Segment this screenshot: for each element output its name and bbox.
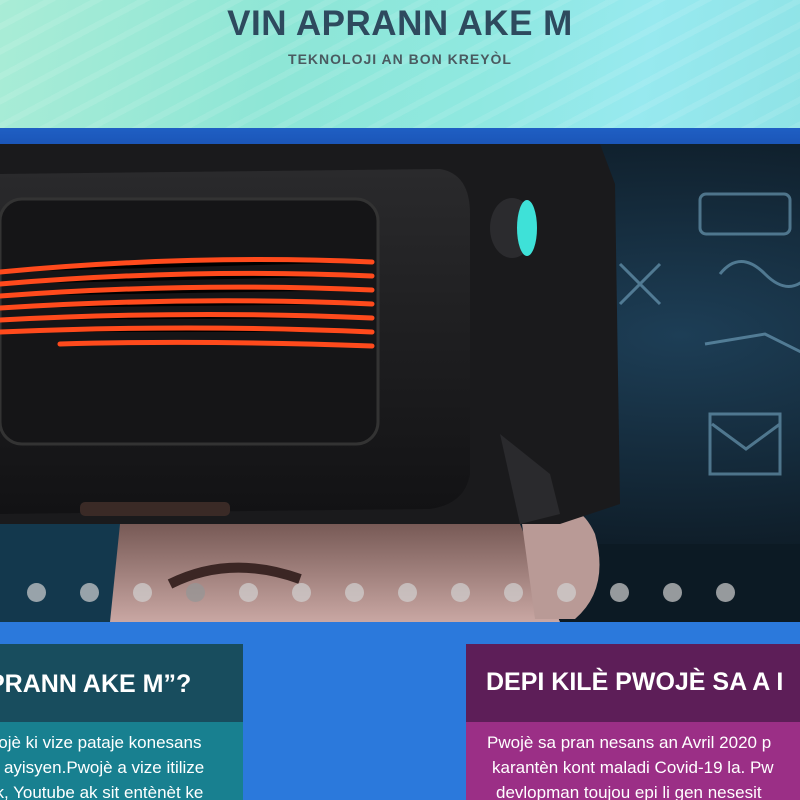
hero-slider[interactable] [0, 144, 800, 622]
card-since-when-line: karantèn kont maladi Covid-19 la. Pw [492, 758, 774, 777]
slider-dot[interactable] [345, 583, 364, 602]
slider-dot[interactable] [716, 583, 735, 602]
card-about-body: wojè ki vize pataje konesans ol ayisyen.… [0, 722, 243, 800]
header-divider-band [0, 128, 800, 144]
slider-dot[interactable] [663, 583, 682, 602]
card-about-line: ol ayisyen.Pwojè a vize itilize [0, 758, 205, 777]
slider-dot[interactable] [451, 583, 470, 602]
slider-pagination [0, 583, 800, 603]
card-since-when-line: Pwojè sa pran nesans an Avril 2020 p [487, 733, 772, 752]
card-about-title: PRANN AKE M”? [0, 670, 192, 698]
card-about: PRANN AKE M”? wojè ki vize pataje konesa… [0, 644, 243, 800]
slider-dot[interactable] [398, 583, 417, 602]
card-since-when-body: Pwojè sa pran nesans an Avril 2020 p kar… [466, 722, 800, 800]
card-since-when: DEPI KILÈ PWOJÈ SA A I Pwojè sa pran nes… [466, 644, 800, 800]
vr-headset-photo [0, 144, 800, 622]
slider-dot[interactable] [27, 583, 46, 602]
card-about-header: PRANN AKE M”? [0, 644, 243, 722]
site-header: VIN APRANN AKE M TEKNOLOJI AN BON KREYÒL [0, 0, 800, 128]
slider-dot[interactable] [239, 583, 258, 602]
card-about-line: ok, Youtube ak sit entènèt ke [0, 783, 204, 800]
card-about-line: wojè ki vize pataje konesans [0, 733, 202, 752]
slider-dot[interactable] [557, 583, 576, 602]
slider-dot[interactable] [292, 583, 311, 602]
card-since-when-line: devlopman toujou epi li gen nesesit [496, 783, 762, 800]
card-since-when-header: DEPI KILÈ PWOJÈ SA A I [466, 644, 800, 722]
site-tagline: TEKNOLOJI AN BON KREYÒL [288, 51, 512, 67]
slider-dot[interactable] [504, 583, 523, 602]
card-since-when-title: DEPI KILÈ PWOJÈ SA A I [486, 668, 784, 696]
slider-dot[interactable] [80, 583, 99, 602]
slider-dot[interactable] [133, 583, 152, 602]
site-title[interactable]: VIN APRANN AKE M [0, 4, 800, 44]
slider-dot[interactable] [186, 583, 205, 602]
slider-dot[interactable] [610, 583, 629, 602]
